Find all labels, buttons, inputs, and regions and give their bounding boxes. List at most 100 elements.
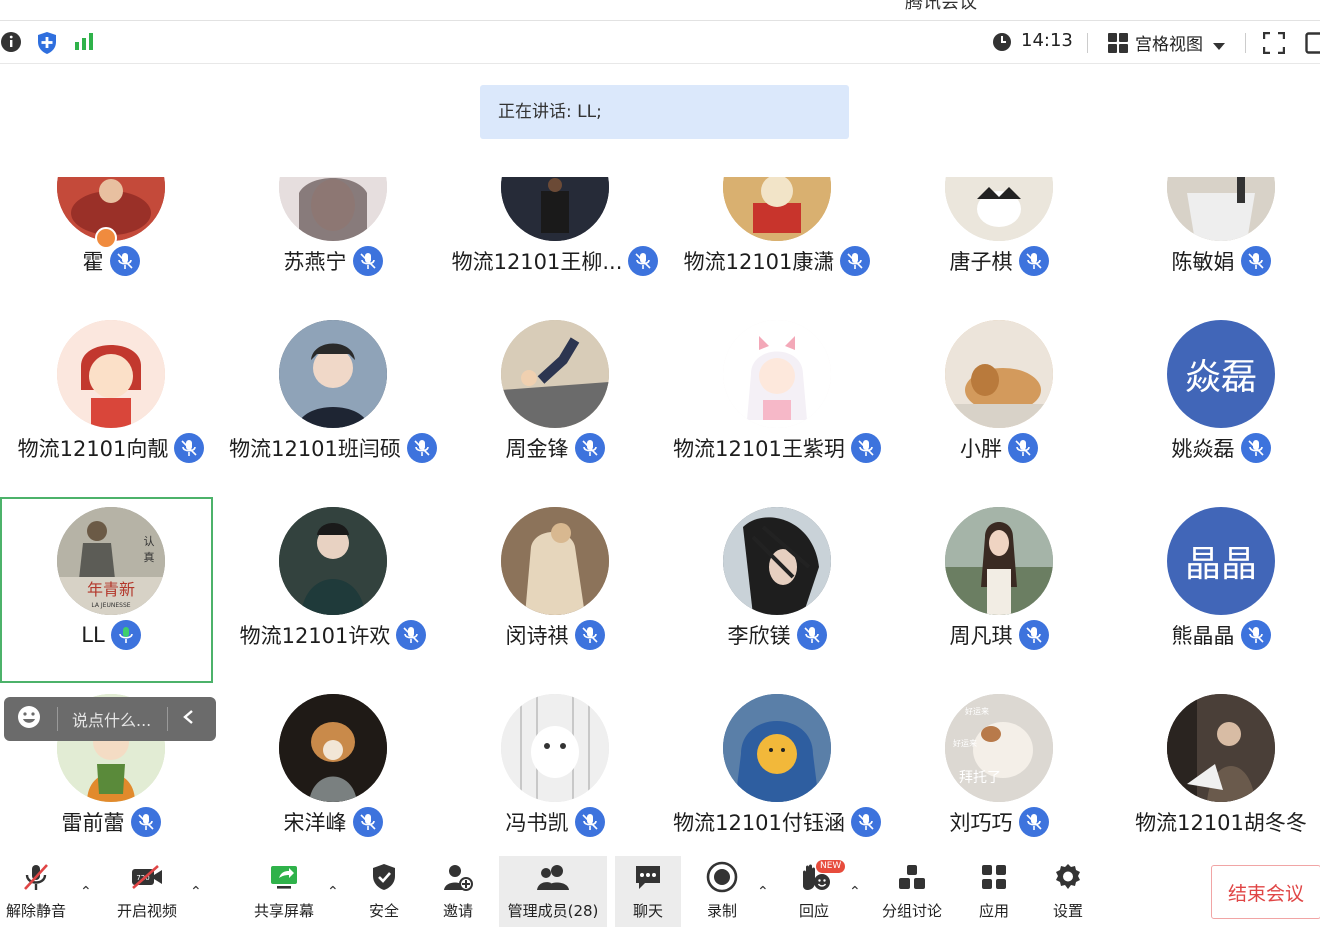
clock-icon	[992, 32, 1012, 56]
share-screen-icon	[269, 856, 299, 898]
participant-name: 霍	[82, 250, 104, 274]
chat-input[interactable]: 说点什么...	[72, 707, 151, 731]
participant-tile[interactable]: 物流12101班闫硕	[222, 320, 444, 507]
start-video-button[interactable]: 720 开启视频	[108, 856, 186, 927]
participant-avatar	[945, 320, 1053, 428]
participant-name: 冯书凯	[505, 811, 569, 835]
mic-muted-icon	[574, 807, 605, 837]
invite-button[interactable]: 邀请	[432, 856, 484, 927]
signal-strength-icon[interactable]	[74, 31, 96, 55]
mic-active-icon	[110, 620, 141, 650]
participant-tile[interactable]: 物流12101王紫玥	[666, 320, 888, 507]
participant-tile[interactable]: 小胖	[888, 320, 1110, 507]
mic-muted-icon	[1018, 620, 1049, 650]
participant-name: 物流12101王紫玥	[673, 437, 845, 461]
participant-tile[interactable]: 物流12101胡冬冬	[1110, 694, 1320, 881]
participant-tile[interactable]: 苏燕宁	[222, 133, 444, 320]
security-button[interactable]: 安全	[358, 856, 410, 927]
manage-members-button[interactable]: 管理成员(28)	[499, 856, 607, 927]
participant-tile[interactable]: 物流12101向靓	[0, 320, 222, 507]
participant-name: 苏燕宁	[283, 250, 347, 274]
participant-name: LL	[81, 623, 105, 647]
fullscreen-icon[interactable]	[1262, 31, 1286, 58]
chevron-up-icon[interactable]: ⌃	[849, 884, 861, 900]
active-speaker-banner: 正在讲话: LL;	[480, 85, 849, 139]
mic-muted-icon	[574, 620, 605, 650]
participant-name: 物流12101康潇	[683, 250, 835, 274]
participant-name: 雷前蕾	[61, 811, 125, 835]
participant-tile[interactable]: 宋洋峰	[222, 694, 444, 881]
participant-tile[interactable]: 焱磊 姚焱磊	[1110, 320, 1320, 507]
ll-avatar-char: 真	[144, 550, 155, 564]
chevron-up-icon[interactable]: ⌃	[190, 884, 202, 900]
participant-avatar	[723, 507, 831, 615]
apps-label: 应用	[978, 902, 1009, 920]
participant-tile[interactable]: 晶晶 熊晶晶	[1110, 507, 1320, 694]
participant-tile[interactable]: 物流12101康潇	[666, 133, 888, 320]
record-button[interactable]: 录制	[696, 856, 748, 927]
quick-chat-popup[interactable]: 说点什么...	[4, 697, 216, 741]
participant-name-row: 闵诗祺	[444, 615, 666, 655]
participant-tile[interactable]: 李欣镁	[666, 507, 888, 694]
participant-name: 宋洋峰	[283, 811, 347, 835]
participant-name: 物流12101许欢	[239, 624, 391, 648]
participant-name-row: 姚焱磊	[1110, 428, 1320, 468]
mic-muted-icon	[1018, 807, 1049, 837]
grid-view-icon[interactable]	[1108, 33, 1128, 57]
participant-tile[interactable]: 闵诗祺	[444, 507, 666, 694]
emoji-icon[interactable]	[16, 704, 42, 734]
participant-avatar	[945, 507, 1053, 615]
participant-name: 闵诗祺	[505, 624, 569, 648]
participant-name-row: 物流12101王紫玥	[666, 428, 888, 468]
avatar-caption-small: 好运来	[965, 706, 989, 716]
mic-muted-icon	[352, 246, 383, 276]
participant-tile[interactable]: 霍	[0, 133, 222, 320]
meeting-timer: 14:13	[1021, 30, 1073, 51]
share-screen-button[interactable]: 共享屏幕	[248, 856, 320, 927]
breakout-rooms-icon	[897, 856, 927, 898]
breakout-rooms-button[interactable]: 分组讨论	[876, 856, 948, 927]
participant-tile[interactable]: 周金锋	[444, 320, 666, 507]
participant-tile[interactable]: 拜托了 好运来 好运来 刘巧巧	[888, 694, 1110, 881]
participant-tile[interactable]: 冯书凯	[444, 694, 666, 881]
participant-avatar	[1167, 177, 1275, 241]
participant-tile[interactable]: 物流12101王柳...	[444, 133, 666, 320]
chevron-left-icon[interactable]	[182, 709, 194, 729]
end-meeting-button[interactable]: 结束会议	[1211, 865, 1320, 919]
participant-tile[interactable]: 物流12101付钰涵	[666, 694, 888, 881]
info-icon[interactable]	[0, 31, 22, 57]
participant-tile[interactable]: 物流12101许欢	[222, 507, 444, 694]
divider	[167, 707, 169, 731]
participant-name-row: 物流12101康潇	[666, 241, 888, 281]
chevron-down-icon[interactable]	[1212, 37, 1226, 56]
window-restore-icon[interactable]	[1305, 32, 1320, 58]
participant-tile[interactable]: 周凡琪	[888, 507, 1110, 694]
settings-button[interactable]: 设置	[1042, 856, 1094, 927]
chat-button[interactable]: 聊天	[615, 856, 681, 927]
participant-tile[interactable]: 陈敏娟	[1110, 133, 1320, 320]
participant-avatar	[57, 320, 165, 428]
mic-muted-icon	[1018, 246, 1049, 276]
start-video-label: 开启视频	[116, 902, 177, 920]
mic-muted-icon	[628, 246, 659, 276]
chevron-up-icon[interactable]: ⌃	[80, 884, 92, 900]
participant-name: 李欣镁	[727, 624, 791, 648]
host-badge-icon	[95, 227, 117, 249]
ll-avatar-slogan: 年青新	[87, 580, 135, 599]
window-title: 腾讯会议	[905, 0, 977, 13]
chevron-up-icon[interactable]: ⌃	[327, 884, 339, 900]
view-mode-selector[interactable]: 宫格视图	[1135, 30, 1203, 55]
mic-muted-icon	[1008, 433, 1038, 463]
security-shield-icon[interactable]	[36, 31, 58, 59]
unmute-button[interactable]: 解除静音	[0, 856, 72, 927]
record-label: 录制	[706, 902, 737, 920]
apps-button[interactable]: 应用	[968, 856, 1020, 927]
participant-name-row: 物流12101许欢	[222, 615, 444, 655]
participant-name-row: 苏燕宁	[222, 241, 444, 281]
participant-avatar: 晶晶	[1167, 507, 1275, 615]
participant-tile[interactable]: 唐子棋	[888, 133, 1110, 320]
participant-tile[interactable]: 年青新 LA JEUNESSE 真 认 LL	[0, 507, 222, 694]
chevron-up-icon[interactable]: ⌃	[757, 884, 769, 900]
invite-user-icon	[442, 856, 474, 898]
manage-members-label: 管理成员(28)	[507, 902, 599, 920]
